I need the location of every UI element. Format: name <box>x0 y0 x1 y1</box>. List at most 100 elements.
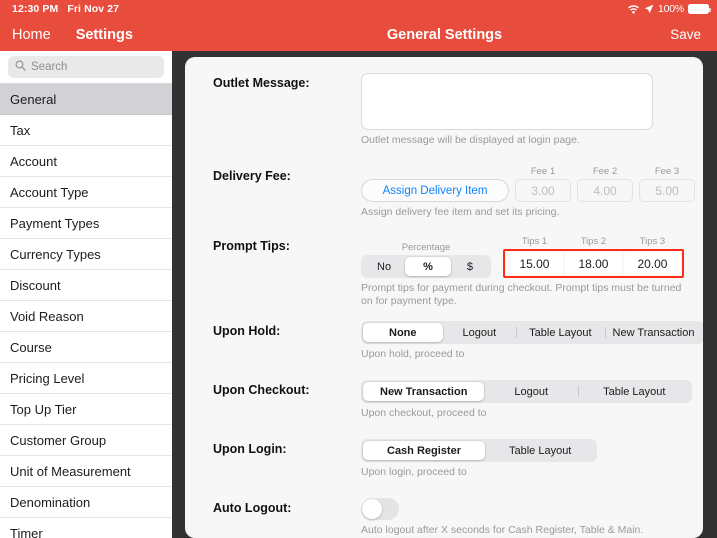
status-date: Fri Nov 27 <box>67 3 120 15</box>
tips-1-input[interactable]: 15.00 <box>505 252 563 275</box>
sidebar-item-label: Customer Group <box>10 432 107 448</box>
sidebar-item-label: Account Type <box>10 184 89 200</box>
outlet-message-hint: Outlet message will be displayed at logi… <box>361 134 580 146</box>
percentage-caption: Percentage <box>401 242 451 253</box>
sidebar: Search General Tax Account Account Type Paym… <box>0 51 172 538</box>
prompt-tips-label: Prompt Tips: <box>213 239 290 253</box>
upon-login-option-cash-register[interactable]: Cash Register <box>363 441 485 460</box>
row-upon-login: Upon Login: Cash Register Table Layout U… <box>185 439 703 479</box>
prompt-tips-mode-dollar[interactable]: $ <box>451 257 489 276</box>
fee-1-input[interactable]: 3.00 <box>515 179 571 202</box>
sidebar-item-unit-of-measurement[interactable]: Unit of Measurement <box>0 456 172 487</box>
upon-checkout-option-logout[interactable]: Logout <box>484 382 578 401</box>
sidebar-item-currency-types[interactable]: Currency Types <box>0 239 172 270</box>
page-header: General Settings Save <box>172 18 717 51</box>
upon-hold-option-none[interactable]: None <box>363 323 443 342</box>
auto-logout-toggle-knob <box>362 499 382 519</box>
sidebar-item-label: Course <box>10 339 52 355</box>
upon-checkout-hint: Upon checkout, proceed to <box>361 407 487 419</box>
sidebar-item-label: Void Reason <box>10 308 84 324</box>
sidebar-item-label: Unit of Measurement <box>10 463 131 479</box>
delivery-fee-hint: Assign delivery fee item and set its pri… <box>361 206 560 218</box>
battery-full-icon <box>688 4 711 14</box>
sidebar-item-account-type[interactable]: Account Type <box>0 177 172 208</box>
outlet-message-textarea[interactable] <box>361 73 653 130</box>
prompt-tips-highlight: 15.00 18.00 20.00 <box>502 249 684 278</box>
tips-1-caption: Tips 1 <box>521 236 548 247</box>
sidebar-item-general[interactable]: General <box>0 84 172 115</box>
sidebar-item-course[interactable]: Course <box>0 332 172 363</box>
search-input[interactable]: Search <box>8 56 164 78</box>
status-bar: 12:30 PM Fri Nov 27 100% <box>0 0 717 18</box>
upon-checkout-option-table-layout[interactable]: Table Layout <box>578 382 690 401</box>
tips-2-caption: Tips 2 <box>580 236 607 247</box>
save-button[interactable]: Save <box>670 27 701 42</box>
prompt-tips-hint: Prompt tips for payment during checkout.… <box>361 282 682 307</box>
sidebar-item-payment-types[interactable]: Payment Types <box>0 208 172 239</box>
tips-3-input[interactable]: 20.00 <box>623 252 681 275</box>
home-button[interactable]: Home <box>12 27 51 43</box>
sidebar-item-discount[interactable]: Discount <box>0 270 172 301</box>
sidebar-item-top-up-tier[interactable]: Top Up Tier <box>0 394 172 425</box>
page-title: General Settings <box>386 26 503 43</box>
auto-logout-toggle[interactable] <box>361 498 399 520</box>
upon-login-hint: Upon login, proceed to <box>361 466 467 478</box>
sidebar-item-account[interactable]: Account <box>0 146 172 177</box>
sidebar-item-label: Account <box>10 153 57 169</box>
fee-2-input[interactable]: 4.00 <box>577 179 633 202</box>
sidebar-item-label: Payment Types <box>10 215 100 231</box>
assign-delivery-item-button[interactable]: Assign Delivery Item <box>361 179 509 202</box>
sidebar-item-label: Discount <box>10 277 61 293</box>
sidebar-header: Home Settings <box>0 18 172 51</box>
fee-2-caption: Fee 2 <box>592 166 618 177</box>
sidebar-item-label: Currency Types <box>10 246 101 262</box>
sidebar-item-label: Top Up Tier <box>10 401 77 417</box>
row-auto-logout: Auto Logout: Auto logout after X seconds… <box>185 498 703 537</box>
upon-hold-option-table-layout[interactable]: Table Layout <box>516 323 604 342</box>
status-indicators: 100% <box>627 3 711 15</box>
sidebar-item-label: Denomination <box>10 494 91 510</box>
app-root: 12:30 PM Fri Nov 27 100% Home Settings G… <box>0 0 717 538</box>
wifi-icon <box>627 4 640 14</box>
sidebar-item-void-reason[interactable]: Void Reason <box>0 301 172 332</box>
row-upon-hold: Upon Hold: None Logout Table Layout New … <box>185 321 703 361</box>
row-prompt-tips: Prompt Tips: Percentage No % $ Tips 1 Ti… <box>185 236 703 308</box>
tips-2-input[interactable]: 18.00 <box>564 252 622 275</box>
fee-3-input[interactable]: 5.00 <box>639 179 695 202</box>
auto-logout-hint: Auto logout after X seconds for Cash Reg… <box>361 524 644 536</box>
sidebar-item-label: Tax <box>10 122 31 138</box>
sidebar-item-customer-group[interactable]: Customer Group <box>0 425 172 456</box>
tips-3-caption: Tips 3 <box>639 236 666 247</box>
sidebar-item-label: Pricing Level <box>10 370 85 386</box>
sidebar-item-timer[interactable]: Timer <box>0 518 172 538</box>
search-bar-container: Search <box>0 51 172 83</box>
sidebar-item-pricing-level[interactable]: Pricing Level <box>0 363 172 394</box>
upon-login-option-table-layout[interactable]: Table Layout <box>485 441 595 460</box>
sidebar-item-label: General <box>10 91 57 107</box>
main-content: Outlet Message: Outlet message will be d… <box>172 51 717 538</box>
settings-card: Outlet Message: Outlet message will be d… <box>185 57 703 538</box>
sidebar-item-label: Timer <box>10 525 43 538</box>
search-placeholder: Search <box>31 61 68 73</box>
location-arrow-icon <box>644 4 654 14</box>
upon-hold-option-new-transaction[interactable]: New Transaction <box>604 323 703 342</box>
delivery-fee-label: Delivery Fee: <box>213 169 291 183</box>
upon-checkout-segmented-control: New Transaction Logout Table Layout <box>361 380 693 403</box>
row-outlet-message: Outlet Message: Outlet message will be d… <box>185 73 703 147</box>
upon-checkout-label: Upon Checkout: <box>213 383 310 397</box>
upon-checkout-option-new-transaction[interactable]: New Transaction <box>363 382 485 401</box>
row-delivery-fee: Delivery Fee: Assign Delivery Item Fee 1… <box>185 166 703 219</box>
search-icon <box>15 58 26 76</box>
status-time: 12:30 PM <box>12 3 59 15</box>
fee-3-caption: Fee 3 <box>654 166 680 177</box>
sidebar-item-tax[interactable]: Tax <box>0 115 172 146</box>
upon-hold-option-logout[interactable]: Logout <box>443 323 517 342</box>
prompt-tips-mode-percent[interactable]: % <box>405 257 451 276</box>
sidebar-list: General Tax Account Account Type Payment Typ… <box>0 84 172 538</box>
sidebar-item-denomination[interactable]: Denomination <box>0 487 172 518</box>
auto-logout-label: Auto Logout: <box>213 501 292 515</box>
upon-hold-segmented-control: None Logout Table Layout New Transaction <box>361 321 703 344</box>
fee-1-caption: Fee 1 <box>530 166 556 177</box>
upon-login-segmented-control: Cash Register Table Layout <box>361 439 598 462</box>
prompt-tips-mode-no[interactable]: No <box>363 257 405 276</box>
